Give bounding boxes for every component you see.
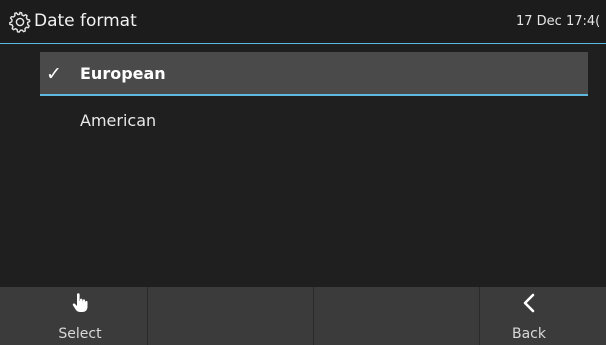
list-item-european[interactable]: ✓ European xyxy=(40,52,588,96)
softkey-label: Back xyxy=(512,326,546,342)
list-item-label: American xyxy=(80,111,157,130)
checkmark-icon: ✓ xyxy=(46,63,62,85)
list-item-label: European xyxy=(80,64,166,83)
phone-screen: Date format 17 Dec 17:4( ✓ European Amer… xyxy=(0,0,606,345)
list-item-american[interactable]: American xyxy=(40,99,588,143)
back-softkey[interactable]: Back xyxy=(480,287,606,345)
option-list: ✓ European American xyxy=(0,45,606,287)
empty-softkey-3[interactable] xyxy=(314,287,480,345)
date-time-display: 17 Dec 17:4( xyxy=(516,14,601,29)
softkey-bar: Select Back xyxy=(0,287,606,345)
page-title: Date format xyxy=(34,11,137,31)
gear-icon xyxy=(9,11,31,33)
softkey-label: Select xyxy=(58,326,102,342)
select-softkey[interactable]: Select xyxy=(0,287,148,345)
hand-pointer-icon xyxy=(0,293,160,315)
title-bar: Date format 17 Dec 17:4( xyxy=(0,0,606,44)
empty-softkey-2[interactable] xyxy=(148,287,314,345)
chevron-left-icon xyxy=(480,293,578,315)
